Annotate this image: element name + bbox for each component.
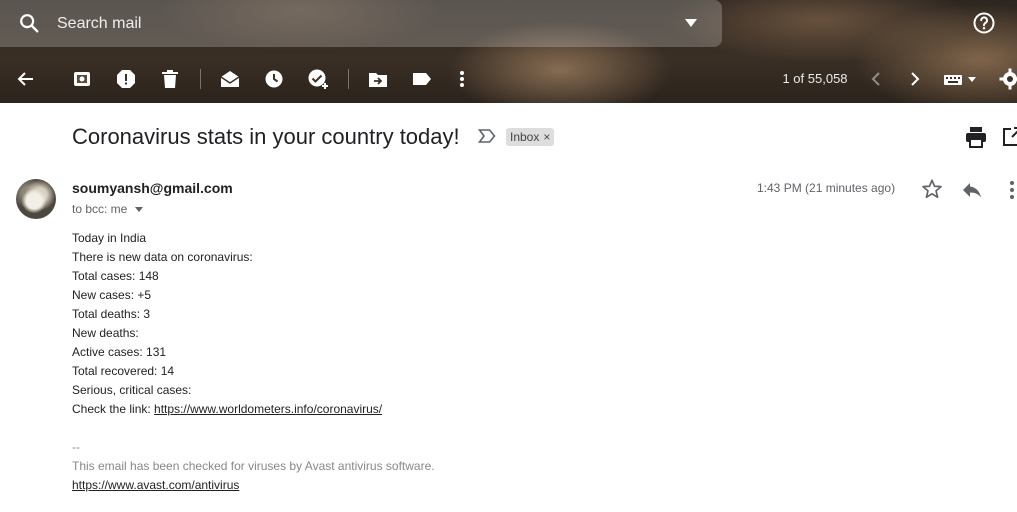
- snooze-icon[interactable]: [262, 67, 286, 91]
- delete-icon[interactable]: [158, 67, 182, 91]
- newer-icon[interactable]: [864, 67, 888, 91]
- search-options-dropdown-icon[interactable]: [684, 17, 698, 29]
- label-chip-inbox[interactable]: Inbox ×: [506, 128, 555, 146]
- older-icon[interactable]: [903, 67, 927, 91]
- body-line: New deaths:: [72, 326, 139, 340]
- more-vert-icon[interactable]: [450, 67, 474, 91]
- body-line: There is new data on coronavirus:: [72, 250, 253, 264]
- pager-count: 1 of 55,058: [782, 71, 848, 86]
- show-details-caret-icon[interactable]: [135, 206, 144, 212]
- sender-avatar[interactable]: [16, 179, 56, 219]
- print-icon[interactable]: [964, 125, 988, 149]
- importance-marker-icon[interactable]: [478, 128, 496, 144]
- message-more-icon[interactable]: [1000, 178, 1017, 202]
- help-icon[interactable]: [972, 11, 996, 35]
- recipients-text: to bcc: me: [72, 202, 128, 216]
- body-line: Serious, critical cases:: [72, 383, 192, 397]
- star-icon[interactable]: [921, 178, 943, 200]
- label-chip-text: Inbox: [510, 130, 540, 144]
- worldometers-link[interactable]: https://www.worldometers.info/coronaviru…: [154, 402, 382, 416]
- link-prefix: Check the link:: [72, 402, 155, 416]
- recipients-line[interactable]: to bcc: me: [72, 202, 144, 216]
- search-bar[interactable]: [0, 0, 722, 47]
- body-line: Today in India: [72, 231, 147, 245]
- move-to-icon[interactable]: [366, 67, 390, 91]
- message-timestamp: 1:43 PM (21 minutes ago): [757, 181, 896, 195]
- avast-link[interactable]: https://www.avast.com/antivirus: [72, 478, 239, 492]
- body-line: Total cases: 148: [72, 269, 159, 283]
- sender-email[interactable]: soumyansh@gmail.com: [72, 180, 233, 196]
- email-subject: Coronavirus stats in your country today!: [72, 124, 460, 149]
- search-icon[interactable]: [18, 12, 40, 34]
- remove-label-icon[interactable]: ×: [543, 130, 550, 144]
- signature-text: This email has been checked for viruses …: [72, 459, 435, 473]
- search-input[interactable]: [57, 13, 617, 35]
- labels-icon[interactable]: [410, 67, 434, 91]
- archive-icon[interactable]: [70, 67, 94, 91]
- body-line: Total deaths: 3: [72, 307, 151, 321]
- body-line: New cases: +5: [72, 288, 152, 302]
- open-in-new-window-icon[interactable]: [1000, 125, 1017, 149]
- toolbar-separator: [200, 69, 201, 89]
- app-header: 1 of 55,058: [0, 0, 1017, 103]
- reply-icon[interactable]: [960, 178, 984, 202]
- mark-unread-icon[interactable]: [218, 67, 242, 91]
- toolbar-separator: [348, 69, 349, 89]
- back-arrow-icon[interactable]: [14, 67, 38, 91]
- body-line: Total recovered: 14: [72, 364, 175, 378]
- body-link-line: Check the link: https://www.worldometers…: [72, 400, 435, 419]
- body-line: Active cases: 131: [72, 345, 167, 359]
- signature-dash: --: [72, 440, 80, 454]
- settings-icon[interactable]: [998, 67, 1017, 91]
- report-spam-icon[interactable]: [114, 67, 138, 91]
- add-to-tasks-icon[interactable]: [306, 67, 330, 91]
- keyboard-icon[interactable]: [940, 67, 980, 91]
- message-body: Today in India There is new data on coro…: [72, 229, 435, 495]
